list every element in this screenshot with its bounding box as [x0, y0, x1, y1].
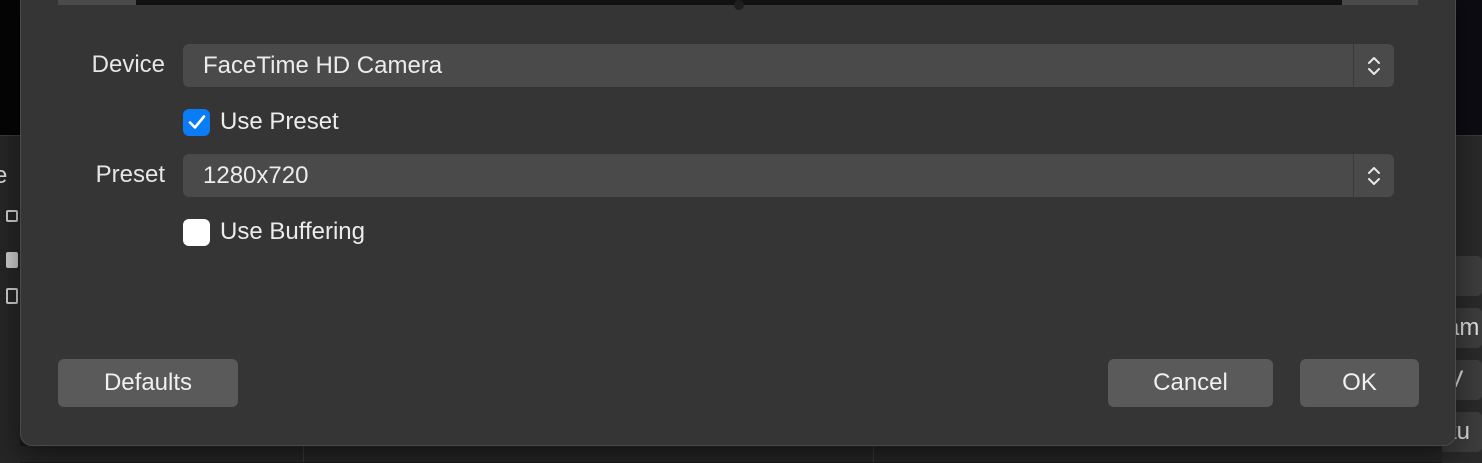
background-source-icon — [6, 210, 18, 222]
use-preset-label: Use Preset — [220, 108, 339, 135]
background-left-panel: e — [0, 135, 20, 463]
cancel-button[interactable]: Cancel — [1108, 359, 1273, 407]
preview-edge — [1342, 0, 1418, 5]
device-select-value: FaceTime HD Camera — [203, 52, 443, 79]
source-preview — [58, 0, 1418, 10]
preview-edge — [58, 0, 136, 5]
checkmark-icon — [188, 115, 205, 129]
preview-resize-handle[interactable] — [734, 0, 744, 10]
use-preset-checkbox-row[interactable]: Use Preset — [183, 107, 339, 137]
preset-select[interactable]: 1280x720 — [183, 154, 1394, 197]
properties-dialog: Device FaceTime HD Camera Use Preset Pre… — [20, 0, 1456, 446]
chevron-up-down-icon — [1353, 154, 1394, 197]
background-folder-icon — [6, 252, 18, 268]
chevron-up-down-icon — [1353, 44, 1394, 87]
use-buffering-checkbox[interactable] — [183, 218, 210, 246]
use-preset-checkbox[interactable] — [183, 108, 210, 136]
background-dock-divider — [303, 446, 304, 462]
ok-button[interactable]: OK — [1300, 359, 1419, 407]
preset-label: Preset — [95, 161, 165, 188]
background-bottom-docks — [20, 446, 1442, 462]
background-item-icon — [6, 288, 18, 304]
background-preview-dark — [0, 0, 20, 135]
background-dock-divider — [873, 446, 874, 462]
preset-select-value: 1280x720 — [203, 162, 309, 189]
use-buffering-checkbox-row[interactable]: Use Buffering — [183, 217, 365, 247]
device-select[interactable]: FaceTime HD Camera — [183, 44, 1394, 87]
defaults-button[interactable]: Defaults — [58, 359, 238, 407]
use-buffering-label: Use Buffering — [220, 218, 365, 245]
background-left-text-fragment: e — [0, 162, 7, 190]
device-label: Device — [91, 51, 165, 78]
